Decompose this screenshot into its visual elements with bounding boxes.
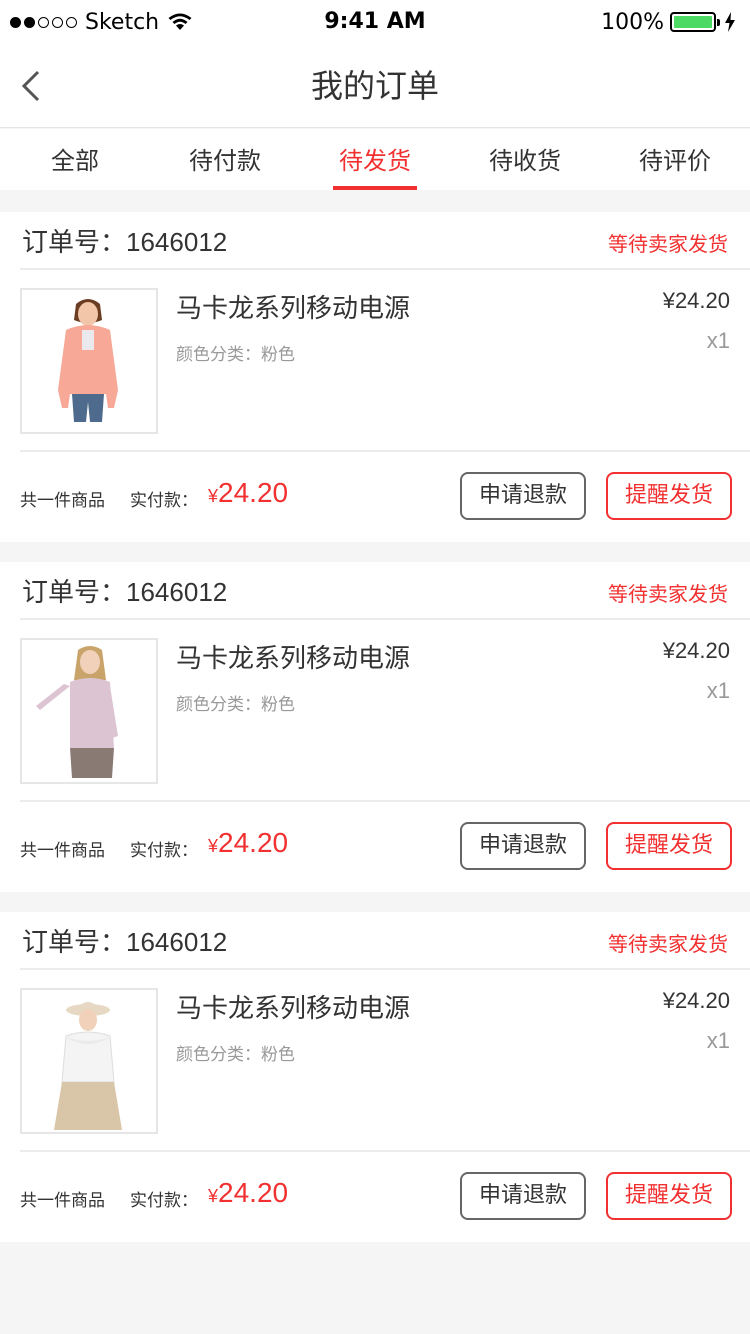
paid-label: 实付款： bbox=[130, 841, 198, 861]
tab-all[interactable]: 全部 bbox=[0, 129, 150, 190]
remind-shipment-button[interactable]: 提醒发货 bbox=[606, 822, 732, 870]
product-image[interactable] bbox=[20, 638, 158, 784]
lilac-sweater-model-image bbox=[22, 640, 156, 782]
currency-symbol: ¥ bbox=[208, 836, 219, 856]
item-count: 共一件商品 bbox=[20, 1191, 105, 1211]
request-refund-button[interactable]: 申请退款 bbox=[460, 822, 586, 870]
paid-amount: ¥24.20 bbox=[208, 827, 288, 859]
white-blouse-model-image bbox=[22, 990, 156, 1132]
paid-label: 实付款： bbox=[130, 491, 198, 511]
remind-shipment-button[interactable]: 提醒发货 bbox=[606, 472, 732, 520]
order-number-label: 订单号： bbox=[22, 578, 127, 608]
order-item[interactable]: 马卡龙系列移动电源 颜色分类：粉色 ¥24.20 x1 bbox=[20, 620, 750, 802]
order-header: 订单号：1646012 等待卖家发货 bbox=[20, 562, 750, 620]
currency-symbol: ¥ bbox=[208, 1186, 219, 1206]
remind-shipment-button[interactable]: 提醒发货 bbox=[606, 1172, 732, 1220]
order-card[interactable]: 订单号：1646012 等待卖家发货 马卡龙系列移动电源 颜色分类：粉色 ¥24… bbox=[0, 212, 750, 542]
battery-icon bbox=[670, 12, 720, 32]
paid-amount-value: 24.20 bbox=[218, 477, 289, 508]
order-list: 订单号：1646012 等待卖家发货 马卡龙系列移动电源 颜色分类：粉色 ¥24… bbox=[0, 212, 750, 1262]
tab-label: 待付款 bbox=[189, 147, 261, 175]
order-header: 订单号：1646012 等待卖家发货 bbox=[20, 212, 750, 270]
product-quantity: x1 bbox=[706, 328, 730, 353]
tab-label: 待收货 bbox=[489, 147, 561, 175]
product-image[interactable] bbox=[20, 288, 158, 434]
product-name[interactable]: 马卡龙系列移动电源 bbox=[176, 638, 410, 675]
tab-label: 全部 bbox=[51, 147, 99, 175]
item-count: 共一件商品 bbox=[20, 491, 105, 511]
order-number-value: 1646012 bbox=[126, 927, 228, 957]
item-count: 共一件商品 bbox=[20, 841, 105, 861]
pink-hoodie-model-image bbox=[22, 290, 156, 432]
request-refund-button[interactable]: 申请退款 bbox=[460, 1172, 586, 1220]
order-status: 等待卖家发货 bbox=[608, 932, 728, 956]
product-spec: 颜色分类：粉色 bbox=[176, 1045, 295, 1065]
order-header: 订单号：1646012 等待卖家发货 bbox=[20, 912, 750, 970]
order-footer: 共一件商品 实付款： ¥24.20 申请退款 提醒发货 bbox=[0, 452, 750, 540]
status-bar: Sketch 9:41 AM 100% bbox=[0, 0, 750, 44]
product-name[interactable]: 马卡龙系列移动电源 bbox=[176, 288, 410, 325]
paid-amount: ¥24.20 bbox=[208, 477, 288, 509]
active-tab-indicator bbox=[333, 186, 417, 190]
nav-bar: 我的订单 bbox=[0, 44, 750, 128]
product-quantity: x1 bbox=[706, 678, 730, 703]
tab-pending-review[interactable]: 待评价 bbox=[600, 129, 750, 190]
order-tabs: 全部 待付款 待发货 待收货 待评价 bbox=[0, 129, 750, 190]
tab-label: 待评价 bbox=[639, 147, 711, 175]
product-quantity: x1 bbox=[706, 1028, 730, 1053]
order-number: 订单号：1646012 bbox=[22, 922, 227, 959]
product-spec: 颜色分类：粉色 bbox=[176, 345, 295, 365]
product-name[interactable]: 马卡龙系列移动电源 bbox=[176, 988, 410, 1025]
tab-pending-receipt[interactable]: 待收货 bbox=[450, 129, 600, 190]
order-card[interactable]: 订单号：1646012 等待卖家发货 马卡龙系列移动电源 颜色分类：粉色 ¥24… bbox=[0, 912, 750, 1242]
request-refund-button[interactable]: 申请退款 bbox=[460, 472, 586, 520]
order-item[interactable]: 马卡龙系列移动电源 颜色分类：粉色 ¥24.20 x1 bbox=[20, 270, 750, 452]
order-number-value: 1646012 bbox=[126, 227, 228, 257]
tab-pending-shipment[interactable]: 待发货 bbox=[300, 129, 450, 190]
product-price: ¥24.20 bbox=[662, 638, 730, 663]
order-number-value: 1646012 bbox=[126, 577, 228, 607]
order-number-label: 订单号： bbox=[22, 928, 127, 958]
paid-amount: ¥24.20 bbox=[208, 1177, 288, 1209]
battery-percent: 100% bbox=[601, 9, 664, 35]
status-right: 100% bbox=[601, 8, 736, 36]
order-card[interactable]: 订单号：1646012 等待卖家发货 马卡龙系列移动电源 颜色分类：粉色 ¥24… bbox=[0, 562, 750, 892]
order-item[interactable]: 马卡龙系列移动电源 颜色分类：粉色 ¥24.20 x1 bbox=[20, 970, 750, 1152]
order-footer: 共一件商品 实付款： ¥24.20 申请退款 提醒发货 bbox=[0, 802, 750, 890]
product-price: ¥24.20 bbox=[662, 288, 730, 313]
tab-label: 待发货 bbox=[339, 147, 411, 175]
order-status: 等待卖家发货 bbox=[608, 582, 728, 606]
product-spec: 颜色分类：粉色 bbox=[176, 695, 295, 715]
order-number-label: 订单号： bbox=[22, 228, 127, 258]
product-image[interactable] bbox=[20, 988, 158, 1134]
order-footer: 共一件商品 实付款： ¥24.20 申请退款 提醒发货 bbox=[0, 1152, 750, 1240]
product-price: ¥24.20 bbox=[662, 988, 730, 1013]
currency-symbol: ¥ bbox=[208, 486, 219, 506]
charging-icon bbox=[725, 12, 735, 32]
order-status: 等待卖家发货 bbox=[608, 232, 728, 256]
paid-amount-value: 24.20 bbox=[218, 1177, 289, 1208]
tab-pending-payment[interactable]: 待付款 bbox=[150, 129, 300, 190]
paid-label: 实付款： bbox=[130, 1191, 198, 1211]
order-number: 订单号：1646012 bbox=[22, 572, 227, 609]
order-number: 订单号：1646012 bbox=[22, 222, 227, 259]
paid-amount-value: 24.20 bbox=[218, 827, 289, 858]
page-title: 我的订单 bbox=[310, 67, 439, 105]
